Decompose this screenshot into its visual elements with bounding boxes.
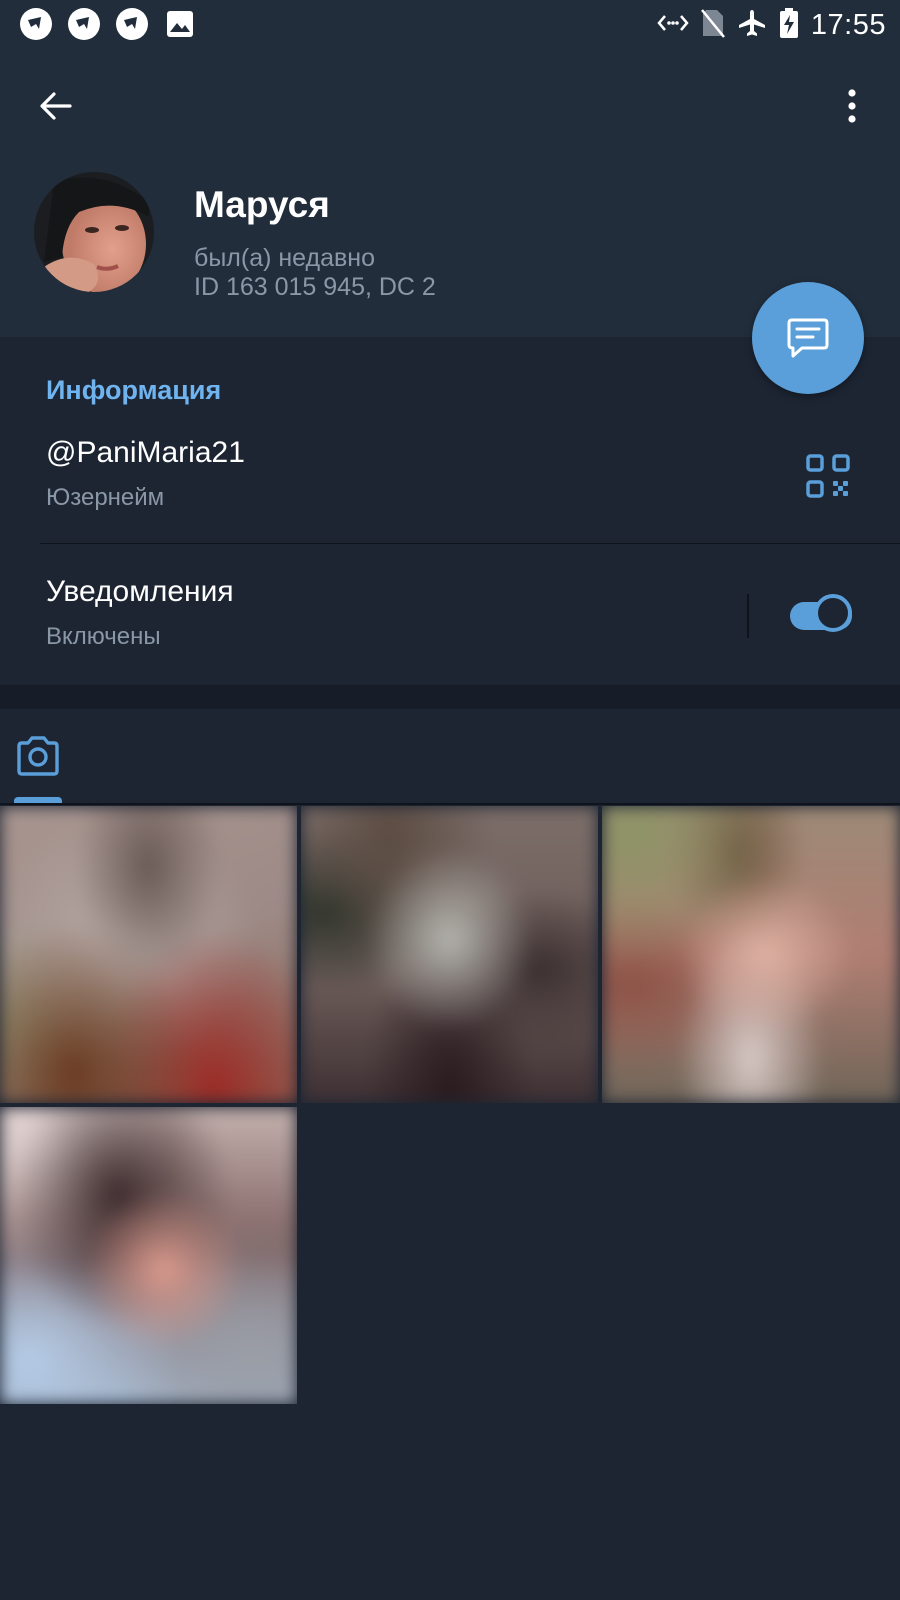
media-thumbnail[interactable] <box>0 1107 297 1404</box>
username-label: Юзернейм <box>46 484 165 511</box>
status-bar-system: 17:55 <box>657 6 886 44</box>
status-bar-notifications <box>18 6 198 42</box>
media-thumbnail[interactable] <box>301 806 598 1103</box>
notifications-toggle[interactable] <box>790 594 858 638</box>
qr-code-button[interactable] <box>804 452 852 500</box>
no-sim-icon <box>700 8 725 43</box>
section-gap <box>0 685 900 709</box>
qr-code-icon <box>806 454 850 498</box>
more-vertical-icon <box>848 89 856 123</box>
notifications-row[interactable]: Уведомления Включены <box>46 575 234 651</box>
username-value: @PaniMaria21 <box>46 436 245 469</box>
notifications-label: Уведомления <box>46 575 234 608</box>
media-thumbnail[interactable] <box>602 806 900 1103</box>
media-tabs <box>0 709 900 804</box>
toggle-separator <box>747 594 749 638</box>
tab-photos[interactable] <box>12 730 64 782</box>
arrow-left-icon <box>40 92 72 120</box>
notification-app-icon <box>66 6 102 42</box>
image-icon <box>162 6 198 42</box>
more-menu-button[interactable] <box>826 80 878 132</box>
status-time: 17:55 <box>810 8 886 41</box>
camera-icon <box>17 736 59 776</box>
profile-name: Маруся <box>194 184 330 225</box>
toggle-knob <box>814 594 852 632</box>
send-message-button[interactable] <box>752 282 864 394</box>
last-seen-text: был(а) недавно <box>194 244 376 272</box>
notification-app-icon <box>18 6 54 42</box>
data-transfer-icon <box>657 11 689 40</box>
info-section-title: Информация <box>46 375 222 405</box>
notifications-state: Включены <box>46 623 161 650</box>
media-thumbnail[interactable] <box>0 806 297 1103</box>
tabs-divider <box>0 803 900 805</box>
row-divider <box>40 543 900 544</box>
avatar[interactable] <box>34 172 154 292</box>
profile-status: был(а) недавно ID 163 015 945, DC 2 <box>194 244 436 302</box>
battery-charging-icon <box>779 7 799 43</box>
user-id-text: ID 163 015 945, DC 2 <box>194 273 436 301</box>
username-row[interactable]: @PaniMaria21 Юзернейм <box>46 436 245 512</box>
message-icon <box>787 318 829 358</box>
airplane-icon <box>737 8 767 43</box>
notification-app-icon <box>114 6 150 42</box>
back-button[interactable] <box>30 80 82 132</box>
